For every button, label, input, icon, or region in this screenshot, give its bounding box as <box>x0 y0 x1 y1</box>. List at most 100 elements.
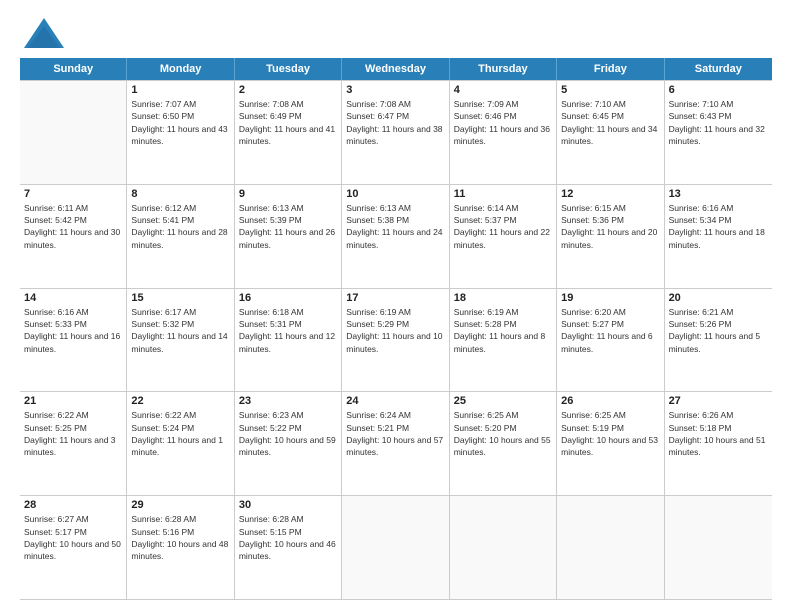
calendar-week-5: 28 Sunrise: 6:27 AM Sunset: 5:17 PM Dayli… <box>20 495 772 599</box>
calendar-cell: 19 Sunrise: 6:20 AM Sunset: 5:27 PM Dayli… <box>557 289 664 392</box>
cell-info: Sunrise: 7:07 AM Sunset: 6:50 PM Dayligh… <box>131 98 229 147</box>
cell-date: 11 <box>454 188 552 200</box>
cell-info: Sunrise: 6:21 AM Sunset: 5:26 PM Dayligh… <box>669 306 768 355</box>
cell-info: Sunrise: 6:22 AM Sunset: 5:25 PM Dayligh… <box>24 409 122 458</box>
cell-info: Sunrise: 6:17 AM Sunset: 5:32 PM Dayligh… <box>131 306 229 355</box>
calendar-cell: 11 Sunrise: 6:14 AM Sunset: 5:37 PM Dayli… <box>450 185 557 288</box>
calendar-cell: 2 Sunrise: 7:08 AM Sunset: 6:49 PM Daylig… <box>235 81 342 184</box>
calendar-week-2: 7 Sunrise: 6:11 AM Sunset: 5:42 PM Daylig… <box>20 184 772 288</box>
calendar-cell: 7 Sunrise: 6:11 AM Sunset: 5:42 PM Daylig… <box>20 185 127 288</box>
page: Sunday Monday Tuesday Wednesday Thursday… <box>0 0 792 612</box>
cell-date: 28 <box>24 499 122 511</box>
cell-info: Sunrise: 6:14 AM Sunset: 5:37 PM Dayligh… <box>454 202 552 251</box>
cell-info: Sunrise: 6:27 AM Sunset: 5:17 PM Dayligh… <box>24 513 122 562</box>
cell-date: 1 <box>131 84 229 96</box>
cell-info: Sunrise: 6:13 AM Sunset: 5:39 PM Dayligh… <box>239 202 337 251</box>
calendar-cell: 4 Sunrise: 7:09 AM Sunset: 6:46 PM Daylig… <box>450 81 557 184</box>
cell-date: 10 <box>346 188 444 200</box>
cell-date: 3 <box>346 84 444 96</box>
cell-info: Sunrise: 6:15 AM Sunset: 5:36 PM Dayligh… <box>561 202 659 251</box>
cell-date: 4 <box>454 84 552 96</box>
cell-info: Sunrise: 6:24 AM Sunset: 5:21 PM Dayligh… <box>346 409 444 458</box>
cell-info: Sunrise: 6:16 AM Sunset: 5:33 PM Dayligh… <box>24 306 122 355</box>
cell-date: 18 <box>454 292 552 304</box>
cell-date: 14 <box>24 292 122 304</box>
calendar-cell: 25 Sunrise: 6:25 AM Sunset: 5:20 PM Dayli… <box>450 392 557 495</box>
calendar-cell: 21 Sunrise: 6:22 AM Sunset: 5:25 PM Dayli… <box>20 392 127 495</box>
header <box>20 16 772 54</box>
calendar-cell: 3 Sunrise: 7:08 AM Sunset: 6:47 PM Daylig… <box>342 81 449 184</box>
cell-info: Sunrise: 6:18 AM Sunset: 5:31 PM Dayligh… <box>239 306 337 355</box>
calendar-cell: 26Sunrise: 6:25 AM Sunset: 5:19 PM Dayli… <box>557 392 664 495</box>
cell-date: 6 <box>669 84 768 96</box>
calendar-week-4: 21 Sunrise: 6:22 AM Sunset: 5:25 PM Dayli… <box>20 391 772 495</box>
cell-date: 27 <box>669 395 768 407</box>
cell-info: Sunrise: 6:25 AM Sunset: 5:19 PM Dayligh… <box>561 409 659 458</box>
cell-info: Sunrise: 6:19 AM Sunset: 5:29 PM Dayligh… <box>346 306 444 355</box>
calendar-cell: 12Sunrise: 6:15 AM Sunset: 5:36 PM Dayli… <box>557 185 664 288</box>
calendar-cell <box>557 496 664 599</box>
calendar-cell <box>665 496 772 599</box>
calendar-cell: 30 Sunrise: 6:28 AM Sunset: 5:15 PM Dayli… <box>235 496 342 599</box>
calendar-cell: 20 Sunrise: 6:21 AM Sunset: 5:26 PM Dayli… <box>665 289 772 392</box>
calendar-cell <box>20 81 127 184</box>
cell-info: Sunrise: 6:28 AM Sunset: 5:15 PM Dayligh… <box>239 513 337 562</box>
cell-info: Sunrise: 6:13 AM Sunset: 5:38 PM Dayligh… <box>346 202 444 251</box>
calendar-week-1: 1 Sunrise: 7:07 AM Sunset: 6:50 PM Daylig… <box>20 80 772 184</box>
cell-date: 24 <box>346 395 444 407</box>
calendar-header: Sunday Monday Tuesday Wednesday Thursday… <box>20 58 772 80</box>
cell-info: Sunrise: 7:08 AM Sunset: 6:47 PM Dayligh… <box>346 98 444 147</box>
calendar-cell: 23 Sunrise: 6:23 AM Sunset: 5:22 PM Dayli… <box>235 392 342 495</box>
calendar-cell: 15Sunrise: 6:17 AM Sunset: 5:32 PM Dayli… <box>127 289 234 392</box>
weekday-tuesday: Tuesday <box>235 58 342 80</box>
weekday-monday: Monday <box>127 58 234 80</box>
cell-date: 8 <box>131 188 229 200</box>
cell-info: Sunrise: 7:08 AM Sunset: 6:49 PM Dayligh… <box>239 98 337 147</box>
calendar-cell: 1 Sunrise: 7:07 AM Sunset: 6:50 PM Daylig… <box>127 81 234 184</box>
calendar-cell: 8 Sunrise: 6:12 AM Sunset: 5:41 PM Daylig… <box>127 185 234 288</box>
cell-info: Sunrise: 6:11 AM Sunset: 5:42 PM Dayligh… <box>24 202 122 251</box>
cell-info: Sunrise: 7:10 AM Sunset: 6:45 PM Dayligh… <box>561 98 659 147</box>
calendar: Sunday Monday Tuesday Wednesday Thursday… <box>20 58 772 600</box>
cell-info: Sunrise: 6:16 AM Sunset: 5:34 PM Dayligh… <box>669 202 768 251</box>
cell-info: Sunrise: 6:20 AM Sunset: 5:27 PM Dayligh… <box>561 306 659 355</box>
cell-date: 23 <box>239 395 337 407</box>
cell-info: Sunrise: 6:26 AM Sunset: 5:18 PM Dayligh… <box>669 409 768 458</box>
calendar-cell: 28 Sunrise: 6:27 AM Sunset: 5:17 PM Dayli… <box>20 496 127 599</box>
cell-date: 17 <box>346 292 444 304</box>
cell-info: Sunrise: 7:09 AM Sunset: 6:46 PM Dayligh… <box>454 98 552 147</box>
calendar-cell: 13 Sunrise: 6:16 AM Sunset: 5:34 PM Dayli… <box>665 185 772 288</box>
cell-date: 16 <box>239 292 337 304</box>
calendar-cell: 24 Sunrise: 6:24 AM Sunset: 5:21 PM Dayli… <box>342 392 449 495</box>
calendar-body: 1 Sunrise: 7:07 AM Sunset: 6:50 PM Daylig… <box>20 80 772 600</box>
cell-date: 13 <box>669 188 768 200</box>
weekday-friday: Friday <box>557 58 664 80</box>
cell-date: 25 <box>454 395 552 407</box>
cell-info: Sunrise: 6:12 AM Sunset: 5:41 PM Dayligh… <box>131 202 229 251</box>
calendar-cell: 10 Sunrise: 6:13 AM Sunset: 5:38 PM Dayli… <box>342 185 449 288</box>
cell-date: 21 <box>24 395 122 407</box>
cell-date: 19 <box>561 292 659 304</box>
weekday-sunday: Sunday <box>20 58 127 80</box>
calendar-cell: 22Sunrise: 6:22 AM Sunset: 5:24 PM Dayli… <box>127 392 234 495</box>
cell-info: Sunrise: 6:28 AM Sunset: 5:16 PM Dayligh… <box>131 513 229 562</box>
cell-info: Sunrise: 7:10 AM Sunset: 6:43 PM Dayligh… <box>669 98 768 147</box>
cell-date: 22 <box>131 395 229 407</box>
calendar-cell <box>450 496 557 599</box>
cell-date: 29 <box>131 499 229 511</box>
cell-date: 30 <box>239 499 337 511</box>
calendar-week-3: 14 Sunrise: 6:16 AM Sunset: 5:33 PM Dayli… <box>20 288 772 392</box>
logo-icon <box>20 16 68 54</box>
cell-info: Sunrise: 6:23 AM Sunset: 5:22 PM Dayligh… <box>239 409 337 458</box>
calendar-cell: 9Sunrise: 6:13 AM Sunset: 5:39 PM Daylig… <box>235 185 342 288</box>
calendar-cell: 17 Sunrise: 6:19 AM Sunset: 5:29 PM Dayli… <box>342 289 449 392</box>
weekday-thursday: Thursday <box>450 58 557 80</box>
cell-date: 20 <box>669 292 768 304</box>
cell-info: Sunrise: 6:25 AM Sunset: 5:20 PM Dayligh… <box>454 409 552 458</box>
cell-date: 2 <box>239 84 337 96</box>
cell-date: 7 <box>24 188 122 200</box>
calendar-cell: 29 Sunrise: 6:28 AM Sunset: 5:16 PM Dayli… <box>127 496 234 599</box>
calendar-cell: 16 Sunrise: 6:18 AM Sunset: 5:31 PM Dayli… <box>235 289 342 392</box>
calendar-cell: 27 Sunrise: 6:26 AM Sunset: 5:18 PM Dayli… <box>665 392 772 495</box>
calendar-cell <box>342 496 449 599</box>
